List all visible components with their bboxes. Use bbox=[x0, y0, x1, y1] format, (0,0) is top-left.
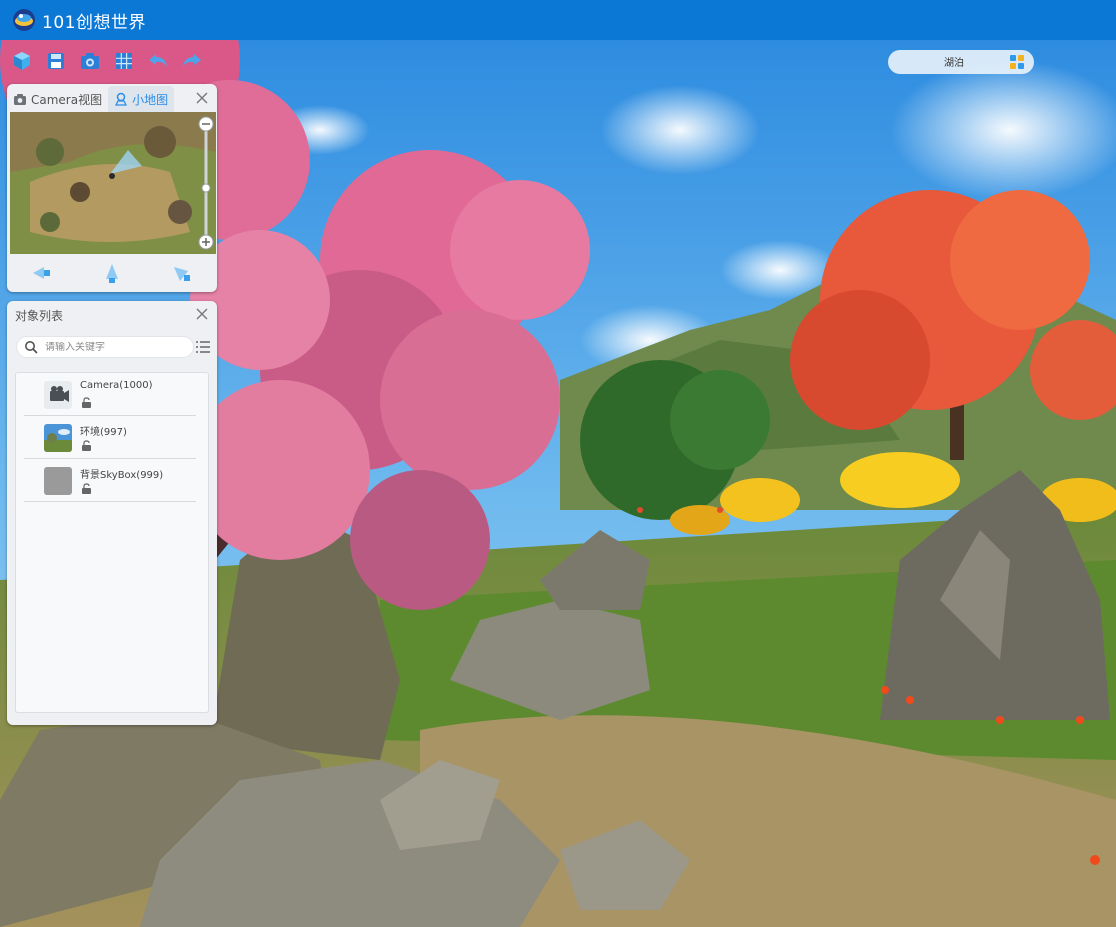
main-toolbar bbox=[8, 48, 206, 74]
redo-icon bbox=[183, 54, 201, 66]
minimap-view[interactable] bbox=[10, 112, 216, 254]
camera-angle-view-icon[interactable] bbox=[170, 261, 194, 285]
camera-thumb bbox=[44, 381, 72, 409]
lock-icon[interactable] bbox=[81, 397, 92, 408]
undo-icon bbox=[149, 54, 167, 66]
zoom-slider[interactable] bbox=[197, 116, 215, 252]
grid-icon bbox=[116, 53, 132, 69]
scene-grid-icon bbox=[1010, 55, 1024, 69]
close-icon[interactable] bbox=[195, 307, 209, 321]
lock-icon[interactable] bbox=[81, 440, 92, 451]
app-title: 101创想世界 bbox=[42, 12, 146, 33]
search-input[interactable] bbox=[45, 341, 185, 353]
tab-camera-view-label: Camera视图 bbox=[31, 92, 103, 107]
list-item-label: Camera(1000) bbox=[80, 380, 153, 391]
environment-thumb bbox=[44, 424, 72, 452]
save-button[interactable] bbox=[42, 48, 70, 74]
lock-icon[interactable] bbox=[81, 483, 92, 494]
minimap-camera-controls bbox=[7, 256, 217, 290]
skybox-thumb bbox=[44, 467, 72, 495]
map-pin-icon bbox=[115, 92, 128, 106]
close-icon[interactable] bbox=[195, 91, 209, 105]
minimap-tabs: Camera视图 小地图 bbox=[7, 84, 217, 112]
list-item-label: 背景SkyBox(999) bbox=[80, 470, 164, 481]
tab-minimap[interactable]: 小地图 bbox=[108, 86, 175, 112]
scene-selector[interactable]: 湖泊 bbox=[888, 50, 1034, 74]
save-icon bbox=[48, 53, 64, 69]
scene-selector-label: 湖泊 bbox=[944, 58, 964, 69]
list-menu-icon[interactable] bbox=[195, 338, 211, 356]
camera-top-view-icon[interactable] bbox=[100, 261, 124, 285]
search-box bbox=[16, 336, 194, 358]
object-list-panel: 对象列表 Camera(1000) bbox=[7, 301, 217, 725]
object-list: Camera(1000) 环境(997) 背景SkyBox(999) bbox=[15, 372, 209, 713]
list-item-camera[interactable]: Camera(1000) bbox=[24, 373, 196, 416]
minimap-panel: Camera视图 小地图 bbox=[7, 84, 217, 292]
camera-icon bbox=[14, 94, 26, 105]
grid-button[interactable] bbox=[110, 48, 138, 74]
list-item-label: 环境(997) bbox=[80, 427, 127, 438]
tab-camera-view[interactable]: Camera视图 bbox=[7, 86, 108, 112]
list-item-environment[interactable]: 环境(997) bbox=[24, 416, 196, 459]
screenshot-button[interactable] bbox=[76, 48, 104, 74]
list-item-skybox[interactable]: 背景SkyBox(999) bbox=[24, 459, 196, 502]
cube-button[interactable] bbox=[8, 48, 36, 74]
undo-button[interactable] bbox=[144, 48, 172, 74]
search-icon bbox=[25, 341, 38, 354]
cube-icon bbox=[14, 52, 30, 70]
camera-icon bbox=[81, 53, 99, 69]
tab-minimap-label: 小地图 bbox=[132, 92, 169, 107]
redo-button[interactable] bbox=[178, 48, 206, 74]
camera-side-view-icon[interactable] bbox=[30, 261, 54, 285]
app-logo-icon bbox=[13, 9, 35, 31]
object-list-title: 对象列表 bbox=[15, 309, 64, 323]
title-bar: 101创想世界 bbox=[0, 0, 1116, 40]
